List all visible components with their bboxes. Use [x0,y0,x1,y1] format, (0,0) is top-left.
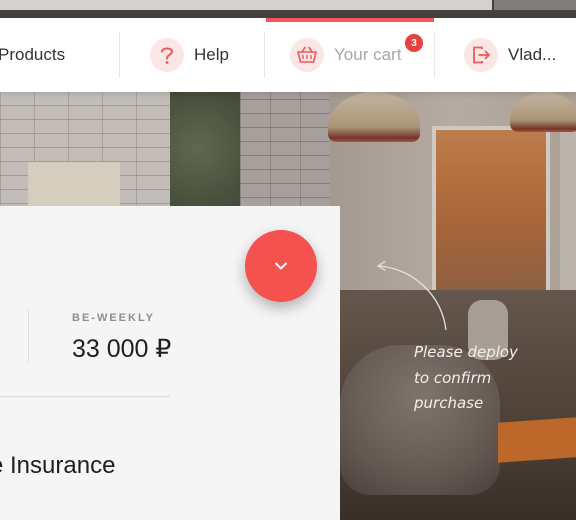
curved-arrow-icon [376,260,447,331]
logout-icon [464,38,498,72]
nav-divider [264,32,265,78]
expand-button[interactable] [245,230,317,302]
nav-user-account[interactable]: Vlad... [464,18,556,92]
nav-divider [434,32,435,78]
chevron-down-icon [275,262,287,270]
hint-line-1: Please deploy [414,343,518,361]
nav-help-label: Help [194,45,229,64]
basket-icon [290,38,324,72]
nav-products[interactable]: Products [0,18,65,92]
question-icon [150,38,184,72]
nav-cart[interactable]: Your cart 3 [266,18,434,92]
nav-products-label: Products [0,45,66,64]
card-vertical-divider [28,310,29,362]
cart-count-badge: 3 [405,34,423,52]
insurance-title: e Insurance [0,452,116,479]
nav-user-label: Vlad... [508,45,557,64]
top-navigation-bar: Products Help Your cart 3 Vlad... [0,18,576,92]
confirm-hint-text: Please deploy to confirm purchase [414,340,554,417]
hint-line-2: to confirm [414,368,492,387]
nav-help[interactable]: Help [150,18,229,92]
payment-amount: 33 000 ₽ [72,335,172,363]
active-tab-indicator [266,18,434,22]
card-horizontal-divider [0,396,170,397]
nav-divider [119,32,120,78]
payment-frequency-label: BE-WEEKLY [72,312,155,324]
nav-cart-label: Your cart [334,45,402,64]
hint-line-3: purchase [414,394,484,412]
